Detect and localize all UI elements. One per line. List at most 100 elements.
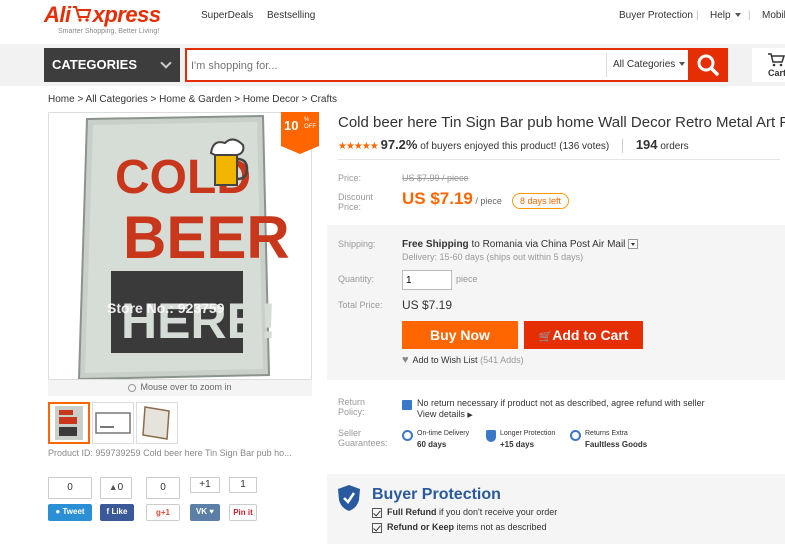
return-policy-label-line2: Policy: <box>338 407 365 417</box>
add-to-cart-button[interactable]: 🛒Add to Cart <box>524 321 643 349</box>
discount-percent-sign: % <box>304 117 310 123</box>
price-label: Price: <box>338 173 362 183</box>
wishlist-count: (541 Adds) <box>480 355 524 365</box>
refund-or-keep-bold: Refund or Keep <box>387 522 455 532</box>
chevron-down-icon <box>160 57 172 69</box>
gplus-button[interactable]: g+1 <box>146 504 180 521</box>
guarantee-value: Faultless Goods <box>585 440 648 449</box>
pinterest-count: 1 <box>229 477 257 493</box>
cart-button[interactable]: Cart <box>752 48 785 82</box>
categories-label: CATEGORIES <box>52 57 137 72</box>
pinterest-button[interactable]: Pin it <box>229 504 257 521</box>
tweet-button[interactable]: ● Tweet <box>48 504 92 521</box>
seller-guarantees-label-line2: Guarantees: <box>338 438 388 448</box>
logo-ali-text: Ali <box>44 2 71 27</box>
main-product-image[interactable]: COLD BEER HERE! Store No.: 923759 <box>48 112 312 380</box>
discount-price-label-line1: Discount <box>338 192 374 202</box>
guarantee-returns-extra[interactable]: Returns Extra Faultless Goods <box>585 430 647 449</box>
nav-separator: | <box>748 10 751 21</box>
buyer-protection-title[interactable]: Buyer Protection <box>372 486 501 504</box>
buy-now-button[interactable]: Buy Now <box>402 321 518 349</box>
refund-or-keep-text: items not as described <box>454 522 547 532</box>
breadcrumb[interactable]: Home > All Categories > Home & Garden > … <box>48 94 337 105</box>
thumbnail-3[interactable] <box>136 402 178 444</box>
quantity-input[interactable] <box>402 270 452 290</box>
nav-separator: | <box>696 10 699 21</box>
wishlist-label: Add to Wish List <box>412 355 478 365</box>
orders-label: orders <box>660 141 689 152</box>
divider <box>622 139 624 154</box>
rating-percent: 97.2% <box>380 137 418 152</box>
tweet-count: 0 <box>48 477 92 499</box>
cart-icon <box>768 53 785 67</box>
search-icon <box>697 54 719 76</box>
view-details-label: View details <box>417 409 465 419</box>
thumbnail-1[interactable] <box>48 402 90 444</box>
chevron-right-icon: ▶ <box>467 412 473 419</box>
vk-button[interactable]: VK ♥ <box>190 504 220 521</box>
vk-icon: VK ♥ <box>195 507 215 516</box>
guarantee-longer-protection[interactable]: Longer Protection +15 days <box>500 430 555 449</box>
rating-stars[interactable]: ★★★★★ <box>338 141 379 152</box>
nav-mobile[interactable]: Mobile <box>762 10 785 21</box>
discount-price-label: Discount Price: <box>338 192 373 212</box>
return-policy-label: Return Policy: <box>338 397 365 417</box>
full-refund-text: if you don't receive your order <box>436 507 558 517</box>
rating-row: ★★★★★ 97.2% of buyers enjoyed this produ… <box>338 137 689 154</box>
guarantee-value: +15 days <box>500 440 535 449</box>
product-id: Product ID: 959739259 Cold beer here Tin… <box>48 448 292 458</box>
guarantee-title: Returns Extra <box>585 430 628 437</box>
nav-help[interactable]: Help <box>710 10 741 21</box>
like-label: Like <box>111 507 128 516</box>
aliexpress-logo[interactable]: Ali xpress Smarter Shopping, Better Livin… <box>44 2 184 40</box>
thumbs-up-icon: ▲ <box>108 482 118 492</box>
add-to-wishlist-link[interactable]: ♥ Add to Wish List (541 Adds) <box>402 354 524 366</box>
guarantee-value: 60 days <box>417 440 447 449</box>
divider <box>338 159 780 160</box>
total-price-value: US $7.19 <box>402 298 453 312</box>
price-unit: / piece <box>472 196 502 206</box>
discount-value: 10 <box>284 118 299 133</box>
nav-bestselling[interactable]: Bestselling <box>267 10 315 21</box>
like-count-value: 0 <box>117 482 124 493</box>
checkbox-icon <box>372 507 382 518</box>
search-button[interactable] <box>688 48 728 82</box>
rating-text: of buyers enjoyed this product! (136 vot… <box>420 141 610 152</box>
return-policy-icon <box>402 400 412 410</box>
shipping-destination: to Romania via China Post Air Mail <box>468 239 626 250</box>
discount-badge: 10 % OFF <box>281 112 319 154</box>
nav-superdeals[interactable]: SuperDeals <box>201 10 253 21</box>
free-shipping-text: Free Shipping <box>402 239 469 250</box>
tin-sign-image: COLD BEER HERE! Store No.: 923759 <box>49 113 311 379</box>
dropdown-arrow-icon[interactable] <box>628 239 639 250</box>
original-price: US $7.99 / piece <box>402 173 469 183</box>
return-arrow-icon <box>570 430 581 441</box>
search-box: All Categories <box>185 48 728 82</box>
discount-price: US $7.19 / piece <box>402 189 502 209</box>
zoom-hint: Mouse over to zoom in <box>48 380 312 396</box>
discount-off-label: OFF <box>304 124 316 130</box>
quantity-unit: piece <box>456 274 478 284</box>
thumbnail-image <box>95 412 131 434</box>
search-input[interactable] <box>191 56 601 76</box>
thumbnail-2[interactable] <box>92 402 134 444</box>
delivery-estimate: Delivery: 15-60 days (ships out within 5… <box>402 252 584 262</box>
magnifier-icon <box>128 383 137 392</box>
seller-guarantees-label-line1: Seller <box>338 428 362 438</box>
nav-buyer-protection[interactable]: Buyer Protection <box>619 10 693 21</box>
clock-icon <box>402 430 413 441</box>
categories-button[interactable]: CATEGORIES <box>44 48 180 82</box>
top-header: Ali xpress Smarter Shopping, Better Livin… <box>0 0 785 42</box>
shield-icon <box>338 485 360 511</box>
return-policy-text: No return necessary if product not as de… <box>417 398 705 408</box>
thumbnail-image <box>142 406 170 440</box>
full-refund-bold: Full Refund <box>387 507 437 517</box>
guarantee-title: Longer Protection <box>500 430 556 437</box>
view-details-link[interactable]: View details ▶ <box>417 409 473 419</box>
search-category-select[interactable]: All Categories <box>606 53 686 77</box>
shipping-info[interactable]: Free Shipping to Romania via China Post … <box>402 239 639 250</box>
full-refund-line: Full Refund if you don't receive your or… <box>372 507 557 518</box>
facebook-like-button[interactable]: f Like <box>100 504 134 521</box>
gplus-label: +1 <box>160 508 170 517</box>
guarantee-on-time-delivery[interactable]: On-time Delivery 60 days <box>417 430 469 449</box>
